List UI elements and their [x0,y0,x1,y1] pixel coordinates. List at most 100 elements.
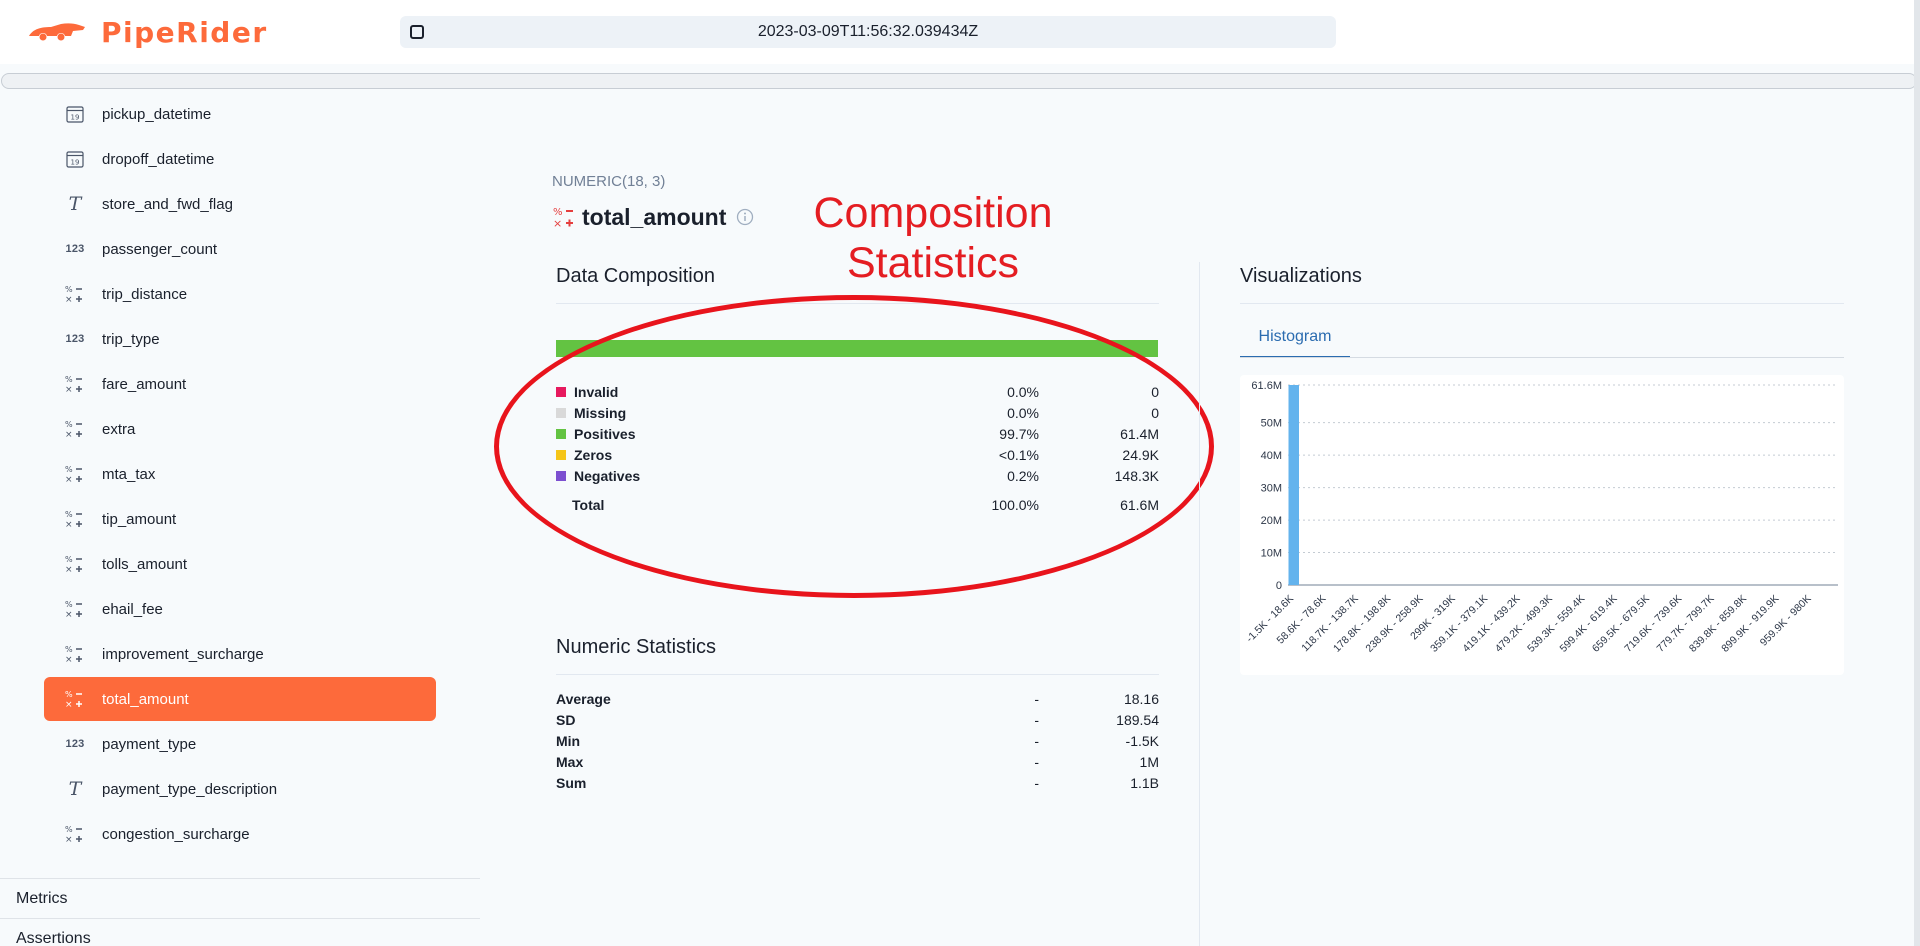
tab-underline [1240,357,1844,358]
sidebar-item-label: congestion_surcharge [102,825,250,843]
svg-text:%: % [65,375,73,384]
svg-text:×: × [65,835,73,844]
x-tick-label: 419.1K - 439.2K [1460,593,1522,655]
svg-text:×: × [65,655,73,664]
sidebar-item-tolls-amount[interactable]: % × tolls_amount [44,542,436,586]
run-selector[interactable]: 2023-03-09T11:56:32.039434Z [400,16,1336,48]
numeric-value: 1M [1139,754,1159,770]
sidebar-item-store-and-fwd-flag[interactable]: Tstore_and_fwd_flag [44,182,436,226]
numeric-label: Max [556,754,584,770]
x-tick-label: 178.8K - 198.8K [1331,593,1393,655]
y-tick-label: 10M [1261,548,1282,560]
sidebar-item-dropoff-datetime[interactable]: 19 dropoff_datetime [44,137,436,181]
run-timestamp: 2023-03-09T11:56:32.039434Z [757,23,979,40]
svg-text:×: × [65,430,73,439]
column-name: total_amount [582,203,727,230]
annotation-text: Composition Statistics [778,188,1088,288]
svg-text:%: % [65,420,73,429]
sidebar-item-label: total_amount [102,690,189,708]
text-type-icon: T [68,778,82,800]
x-tick-label: 899.9K - 919.9K [1719,593,1781,655]
sidebar-item-improvement-surcharge[interactable]: % × improvement_surcharge [44,632,436,676]
numeric-pct: - [1034,691,1039,707]
y-tick-label: 0 [1276,580,1282,592]
numeric-type-icon: % × [64,419,86,439]
sidebar-item-label: trip_type [102,330,160,348]
annotation-line2: Statistics [846,239,1020,287]
svg-text:×: × [65,520,73,529]
y-tick-label: 61.6M [1251,380,1282,392]
sidebar-item-label: payment_type_description [102,780,278,798]
numeric-type-icon: % × [64,374,86,394]
visualizations-divider [1240,303,1844,304]
sidebar-item-payment-type[interactable]: 123 payment_type [44,722,436,766]
integer-type-icon: 123 [65,333,85,345]
sidebar-item-label: ehail_fee [102,600,163,618]
histogram-chart: 0 10M 20M 30M 40M 50M 61.6M -1.5K - 18.6K 58.6K … [1240,375,1844,675]
x-tick-label: 839.8K - 859.8K [1687,593,1749,655]
sidebar-item-pickup-datetime[interactable]: 19 pickup_datetime [44,92,436,136]
histogram-bar [1288,385,1299,585]
top-header: PipeRider 2023-03-09T11:56:32.039434Z [0,0,1920,64]
metrics-label: Metrics [16,890,68,907]
vertical-scrollbar[interactable] [1914,0,1920,946]
svg-text:%: % [65,510,73,519]
histogram-svg: 010M20M30M40M50M61.6M-1.5K - 18.6K58.6K … [1244,380,1838,655]
piperider-logo[interactable]: PipeRider [27,14,268,50]
sidebar-item-payment-type-description[interactable]: Tpayment_type_description [44,767,436,811]
tab-histogram[interactable]: Histogram [1240,316,1350,358]
numeric-type-icon: % × [64,554,86,574]
svg-text:%: % [65,555,73,564]
sidebar-item-passenger-count[interactable]: 123 passenger_count [44,227,436,271]
svg-text:19: 19 [71,159,80,167]
numeric-stats-title: Numeric Statistics [556,636,717,658]
numeric-type-icon: % × [64,824,86,844]
numeric-type-icon: % × [64,509,86,529]
sidebar-item-tip-amount[interactable]: % × tip_amount [44,497,436,541]
numeric-type-icon: % × [64,599,86,619]
x-tick-label: 599.4K - 619.4K [1558,593,1620,655]
sidebar-item-fare-amount[interactable]: % × fare_amount [44,362,436,406]
sidebar-item-label: dropoff_datetime [102,150,215,168]
numeric-row-max: Max - 1M [556,752,1159,772]
x-tick-label: 779.7K - 799.7K [1655,593,1717,655]
sidebar-item-label: mta_tax [102,465,156,483]
numeric-value: 189.54 [1116,712,1159,728]
sidebar-item-label: pickup_datetime [102,105,212,123]
numeric-row-sd: SD - 189.54 [556,710,1159,730]
sidebar-item-trip-type[interactable]: 123 trip_type [44,317,436,361]
sidebar-section-metrics[interactable]: Metrics [0,878,480,918]
composition-title: Data Composition [556,265,715,287]
numeric-type-icon: % × [64,284,86,304]
svg-text:×: × [65,565,73,574]
sidebar-item-trip-distance[interactable]: % × trip_distance [44,272,436,316]
x-tick-label: 659.5K - 679.5K [1590,593,1652,655]
horizontal-scrollbar[interactable] [1,73,1917,89]
svg-text:×: × [553,217,562,229]
column-title: % × total_amount [552,202,754,232]
svg-text:19: 19 [71,114,80,122]
x-tick-label: 238.9K - 258.9K [1363,593,1425,655]
sidebar-item-extra[interactable]: % × extra [44,407,436,451]
sidebar-section-assertions[interactable]: Assertions [0,918,480,946]
svg-text:×: × [65,610,73,619]
svg-text:×: × [65,475,73,484]
column-sidebar: 19 pickup_datetime 19 dropoff_datetime Tstor… [0,92,480,946]
x-tick-label: 359.1K - 379.1K [1428,593,1490,655]
numeric-pct: - [1034,754,1039,770]
app-name: PipeRider [101,15,268,49]
x-tick-label: 719.6K - 739.6K [1622,593,1684,655]
integer-type-icon: 123 [65,738,85,750]
sidebar-item-ehail-fee[interactable]: % × ehail_fee [44,587,436,631]
numeric-row-sum: Sum - 1.1B [556,773,1159,793]
car-logo-icon [29,23,85,41]
sidebar-item-label: tip_amount [102,510,177,528]
info-icon[interactable] [736,208,754,226]
text-type-icon: T [68,193,82,215]
sidebar-item-mta-tax[interactable]: % × mta_tax [44,452,436,496]
sidebar-item-congestion-surcharge[interactable]: % × congestion_surcharge [44,812,436,856]
sidebar-item-total-amount[interactable]: % × total_amount [44,677,436,721]
calendar-icon: 19 [64,149,86,169]
sidebar-item-label: extra [102,420,136,438]
sidebar-item-label: trip_distance [102,285,188,303]
